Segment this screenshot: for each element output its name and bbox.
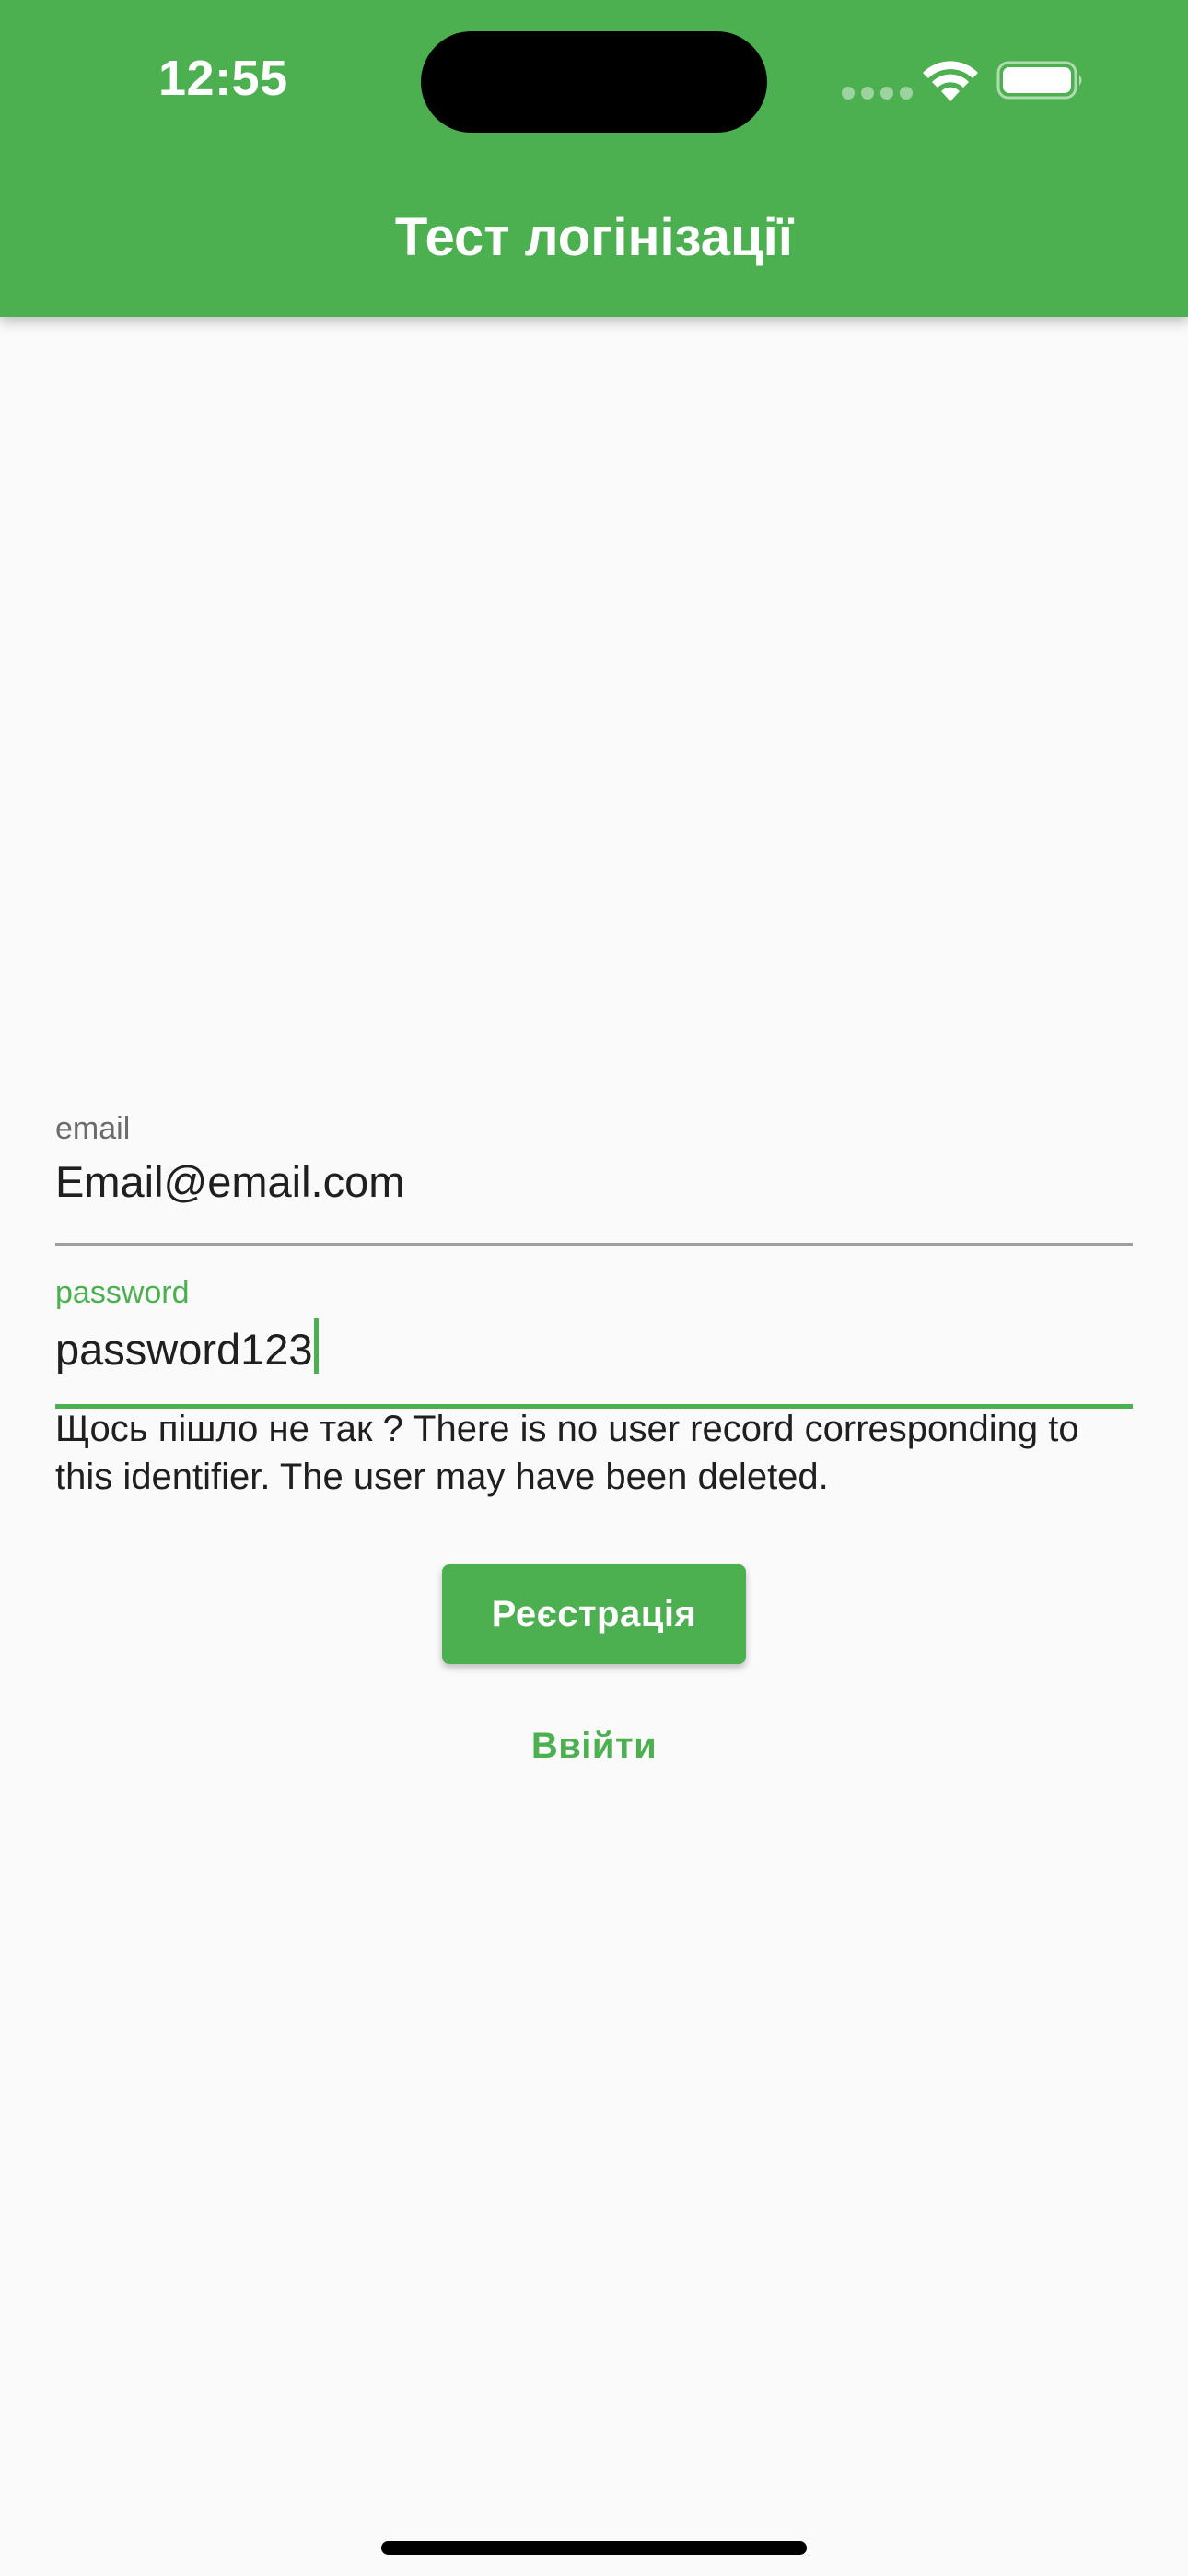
- app-bar: 12:55 Тест логінізації: [0, 0, 1188, 317]
- email-field[interactable]: email Email@email.com: [55, 1106, 1133, 1246]
- password-input-text: password123: [55, 1325, 313, 1374]
- password-input[interactable]: password123: [55, 1318, 319, 1375]
- email-input[interactable]: Email@email.com: [55, 1156, 404, 1207]
- dynamic-island: [421, 31, 767, 133]
- login-screen: 12:55 Тест логінізації email Email@email…: [0, 0, 1188, 2576]
- battery-icon: [996, 61, 1082, 100]
- email-field-label: email: [55, 1111, 131, 1146]
- text-caret: [313, 1318, 319, 1374]
- status-bar-time: 12:55: [158, 51, 288, 106]
- page-title: Тест логінізації: [394, 207, 794, 267]
- email-field-underline: [55, 1243, 1133, 1246]
- password-field-label: password: [55, 1275, 190, 1310]
- home-indicator: [381, 2541, 807, 2555]
- cellular-signal-icon: [842, 87, 913, 100]
- wifi-icon: [923, 61, 978, 101]
- password-field[interactable]: password password123: [55, 1270, 1133, 1410]
- error-message: Щось пішло не так ? There is no user rec…: [55, 1409, 1079, 1497]
- login-button[interactable]: Ввійти: [479, 1715, 709, 1776]
- register-button[interactable]: Реєстрація: [442, 1564, 746, 1664]
